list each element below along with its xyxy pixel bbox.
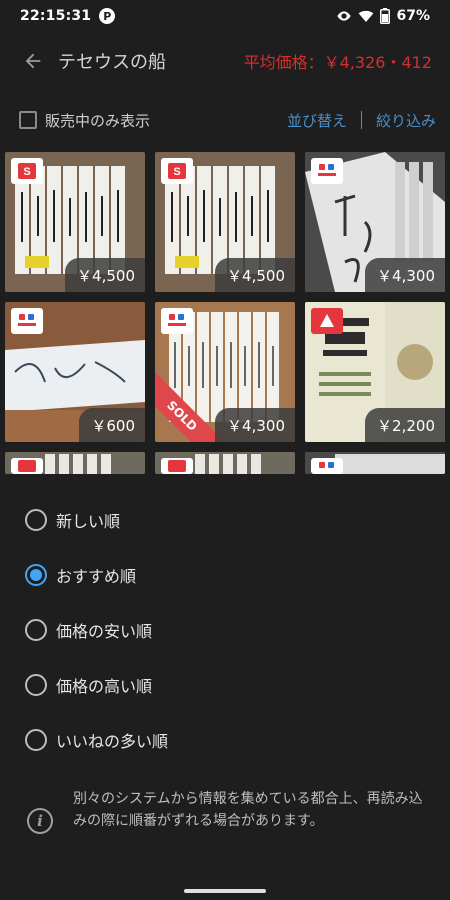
mercari-logo-icon xyxy=(11,458,43,474)
sort-option-label: 新しい順 xyxy=(56,512,121,531)
action-divider xyxy=(360,111,362,129)
sort-option-label: 価格の安い順 xyxy=(56,622,153,641)
sort-option-price-high[interactable]: 価格の高い順 xyxy=(0,660,450,710)
sort-option-label: いいねの多い順 xyxy=(56,732,169,751)
listing-price: ￥4,300 xyxy=(365,258,445,292)
listing-price: ￥4,300 xyxy=(215,408,295,442)
listing-item[interactable] xyxy=(5,452,145,474)
app-bar: テセウスの船 平均価格：￥4,326・412 xyxy=(0,32,450,90)
sort-option-most-liked[interactable]: いいねの多い順 xyxy=(0,715,450,765)
listing-price: ￥4,500 xyxy=(215,258,295,292)
on-sale-only-label[interactable]: 販売中のみ表示 xyxy=(45,110,150,131)
mercari-logo-icon: S xyxy=(11,158,43,184)
listing-item[interactable]: ￥600 xyxy=(5,302,145,442)
home-gesture-handle[interactable] xyxy=(184,889,266,893)
radio-button-selected[interactable] xyxy=(25,564,47,586)
battery-percent: 67% xyxy=(396,8,430,24)
listing-item[interactable]: S ￥4,500 xyxy=(155,152,295,292)
sort-note: i 別々のシステムから情報を集めている都合上、再読み込みの際に順番がずれる場合が… xyxy=(0,788,450,868)
listing-item[interactable]: ￥4,300 xyxy=(305,152,445,292)
sort-option-label: 価格の高い順 xyxy=(56,677,153,696)
wifi-icon xyxy=(358,8,374,24)
rakuma-logo-icon xyxy=(11,308,43,334)
svg-text:S: S xyxy=(23,166,30,178)
listing-item[interactable]: SOLD ￥4,300 xyxy=(155,302,295,442)
status-bar: 22:15:31 P 67% xyxy=(0,0,450,32)
status-time: 22:15:31 xyxy=(20,8,92,24)
sort-option-price-low[interactable]: 価格の安い順 xyxy=(0,605,450,655)
notification-icon: P xyxy=(99,8,116,24)
eye-icon xyxy=(336,8,352,24)
filter-button[interactable]: 絞り込み xyxy=(376,110,436,131)
status-icons: 67% xyxy=(336,8,430,24)
listing-item[interactable] xyxy=(155,452,295,474)
on-sale-only-checkbox[interactable] xyxy=(19,111,37,129)
mercari-logo-icon: S xyxy=(161,158,193,184)
listing-item[interactable]: ￥2,200 xyxy=(305,302,445,442)
rakuma-logo-icon xyxy=(311,158,343,184)
page-title: テセウスの船 xyxy=(58,52,166,73)
sort-option-label: おすすめ順 xyxy=(56,567,137,586)
paypay-flea-logo-icon xyxy=(311,308,343,334)
sort-option-recommended[interactable]: おすすめ順 xyxy=(0,550,450,600)
sort-button[interactable]: 並び替え xyxy=(287,110,347,131)
sort-note-text: 別々のシステムから情報を集めている都合上、再読み込みの際に順番がずれる場合があり… xyxy=(73,791,423,829)
listing-item[interactable]: S ￥4,500 xyxy=(5,152,145,292)
listing-item[interactable] xyxy=(305,452,445,474)
info-icon: i xyxy=(27,808,53,834)
svg-text:S: S xyxy=(173,166,180,178)
back-button[interactable] xyxy=(10,38,56,84)
listing-price: ￥4,500 xyxy=(65,258,145,292)
listing-price: ￥2,200 xyxy=(365,408,445,442)
radio-button[interactable] xyxy=(25,674,47,696)
filter-bar: 販売中のみ表示 並び替え 絞り込み xyxy=(0,100,450,140)
sort-option-newest[interactable]: 新しい順 xyxy=(0,495,450,545)
radio-button[interactable] xyxy=(25,619,47,641)
rakuma-logo-icon xyxy=(311,458,343,474)
arrow-left-icon xyxy=(25,53,41,69)
average-price: 平均価格：￥4,326・412 xyxy=(243,53,432,72)
navigation-bar xyxy=(0,878,450,900)
battery-icon xyxy=(380,8,391,24)
filter-actions: 並び替え 絞り込み xyxy=(287,110,436,131)
rakuma-logo-icon xyxy=(161,308,193,334)
mercari-logo-icon xyxy=(161,458,193,474)
radio-button[interactable] xyxy=(25,509,47,531)
sort-bottom-sheet: 新しい順 おすすめ順 価格の安い順 価格の高い順 いいねの多い順 i 別々のシス… xyxy=(0,478,450,878)
radio-button[interactable] xyxy=(25,729,47,751)
listing-price: ￥600 xyxy=(79,408,145,442)
listing-grid: S ￥4,500 S ￥4,500 ￥4,300 ￥600 SOLD ￥4,30… xyxy=(5,152,445,474)
